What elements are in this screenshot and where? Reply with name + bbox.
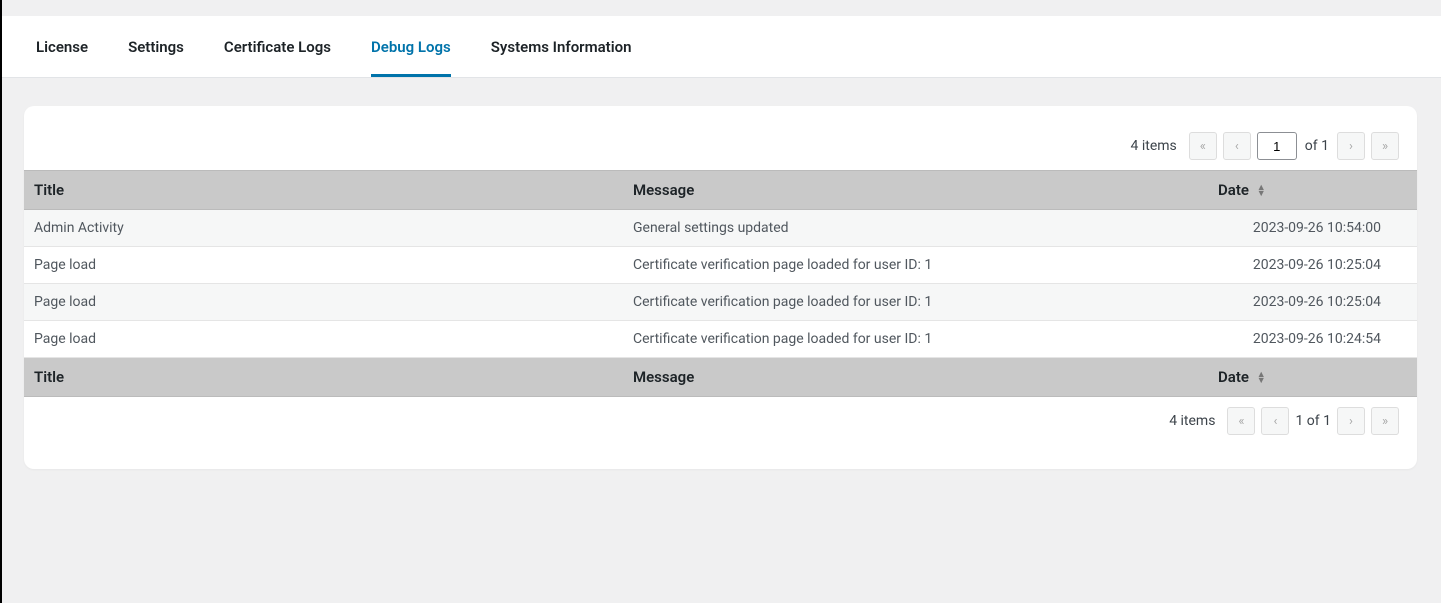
cell-title: Page load — [24, 321, 623, 358]
pager-next[interactable]: › — [1337, 132, 1365, 160]
sort-icon: ▲▼ — [1257, 372, 1266, 384]
tab-bar: License Settings Certificate Logs Debug … — [0, 16, 1441, 77]
tab-license[interactable]: License — [36, 38, 88, 77]
cell-message: Certificate verification page loaded for… — [623, 247, 1208, 284]
col-date-label: Date — [1218, 368, 1249, 386]
pager-next[interactable]: › — [1337, 407, 1365, 435]
col-title-header[interactable]: Title — [24, 171, 623, 210]
cell-date: 2023-09-26 10:25:04 — [1208, 247, 1417, 284]
cell-date: 2023-09-26 10:25:04 — [1208, 284, 1417, 321]
table-row: Page load Certificate verification page … — [24, 321, 1417, 358]
pager-count: 4 items — [1169, 413, 1215, 429]
debug-logs-panel: 4 items « ‹ of 1 › » Title Message Date … — [24, 106, 1417, 469]
table-row: Page load Certificate verification page … — [24, 284, 1417, 321]
pager-first[interactable]: « — [1189, 132, 1217, 160]
cell-date: 2023-09-26 10:54:00 — [1208, 210, 1417, 247]
cell-title: Page load — [24, 247, 623, 284]
cell-date: 2023-09-26 10:24:54 — [1208, 321, 1417, 358]
tab-systems-information[interactable]: Systems Information — [491, 38, 632, 77]
pager-prev[interactable]: ‹ — [1261, 407, 1289, 435]
pager-of-label: of 1 — [1303, 138, 1331, 154]
cell-message: General settings updated — [623, 210, 1208, 247]
pager-top: 4 items « ‹ of 1 › » — [24, 122, 1417, 170]
col-title-footer[interactable]: Title — [24, 358, 623, 397]
pager-last[interactable]: » — [1371, 407, 1399, 435]
cell-title: Page load — [24, 284, 623, 321]
tab-certificate-logs[interactable]: Certificate Logs — [224, 38, 331, 77]
logs-table: Title Message Date ▲▼ Admin Activity Gen… — [24, 170, 1417, 397]
pager-page-input[interactable] — [1257, 132, 1297, 160]
col-date-label: Date — [1218, 181, 1249, 199]
pager-prev[interactable]: ‹ — [1223, 132, 1251, 160]
col-message-footer[interactable]: Message — [623, 358, 1208, 397]
tab-debug-logs[interactable]: Debug Logs — [371, 38, 451, 77]
pager-first[interactable]: « — [1227, 407, 1255, 435]
pager-last[interactable]: » — [1371, 132, 1399, 160]
sort-icon: ▲▼ — [1257, 185, 1266, 197]
pager-bottom: 4 items « ‹ 1 of 1 › » — [24, 397, 1417, 445]
cell-title: Admin Activity — [24, 210, 623, 247]
cell-message: Certificate verification page loaded for… — [623, 321, 1208, 358]
tab-settings[interactable]: Settings — [128, 38, 184, 77]
cell-message: Certificate verification page loaded for… — [623, 284, 1208, 321]
pager-count: 4 items — [1131, 138, 1177, 154]
col-date-footer[interactable]: Date ▲▼ — [1208, 358, 1417, 397]
col-date-header[interactable]: Date ▲▼ — [1208, 171, 1417, 210]
table-row: Page load Certificate verification page … — [24, 247, 1417, 284]
col-message-header[interactable]: Message — [623, 171, 1208, 210]
pager-of-text: 1 of 1 — [1295, 413, 1331, 429]
table-row: Admin Activity General settings updated … — [24, 210, 1417, 247]
